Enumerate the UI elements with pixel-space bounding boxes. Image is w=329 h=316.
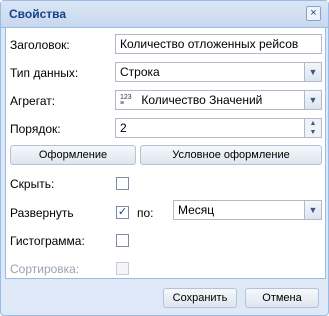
save-button[interactable]: Сохранить — [163, 288, 237, 308]
histogram-checkbox[interactable] — [116, 234, 129, 247]
hide-label: Скрыть: — [10, 177, 55, 191]
datatype-select[interactable]: Строка ▼ — [115, 62, 322, 82]
format-button[interactable]: Оформление — [10, 145, 136, 165]
spinner-up-icon[interactable]: ▲ — [305, 119, 321, 128]
order-label: Порядок: — [10, 122, 61, 136]
conditional-format-button[interactable]: Условное оформление — [140, 145, 322, 165]
chevron-down-icon[interactable]: ▼ — [304, 201, 321, 219]
dialog-body: Заголовок: Количество отложенных рейсов … — [5, 28, 326, 279]
title-input[interactable]: Количество отложенных рейсов — [115, 34, 322, 54]
count-values-icon: 123 ≡ — [120, 93, 132, 107]
expand-checkbox[interactable]: ✓ — [116, 206, 129, 219]
chevron-down-icon[interactable]: ▼ — [304, 63, 321, 81]
spinner-down-icon[interactable]: ▼ — [305, 128, 321, 137]
dialog-titlebar[interactable]: Свойства × — [1, 1, 328, 28]
histogram-label: Гистограмма: — [10, 234, 85, 248]
aggregate-value: Количество Значений — [141, 93, 263, 107]
close-icon[interactable]: × — [306, 6, 321, 21]
order-value: 2 — [120, 121, 127, 135]
order-spinner[interactable]: 2 ▲ ▼ — [115, 118, 322, 138]
title-field-label: Заголовок: — [10, 38, 70, 52]
by-label: по: — [137, 206, 154, 220]
dialog-title: Свойства — [9, 7, 67, 21]
expand-by-value: Месяц — [178, 203, 215, 217]
expand-by-select[interactable]: Месяц ▼ — [173, 200, 322, 220]
sort-checkbox — [116, 262, 129, 275]
chevron-down-icon[interactable]: ▼ — [304, 91, 321, 109]
datatype-value: Строка — [120, 65, 160, 79]
aggregate-select[interactable]: 123 ≡ Количество Значений ▼ — [115, 90, 322, 110]
sort-label: Сортировка: — [10, 262, 80, 276]
datatype-label: Тип данных: — [10, 66, 79, 80]
spinner[interactable]: ▲ ▼ — [304, 119, 321, 137]
aggregate-label: Агрегат: — [10, 94, 56, 108]
properties-dialog: Свойства × Заголовок: Количество отложен… — [0, 0, 329, 316]
hide-checkbox[interactable] — [116, 177, 129, 190]
expand-label: Развернуть — [10, 206, 74, 220]
cancel-button[interactable]: Отмена — [245, 288, 319, 308]
